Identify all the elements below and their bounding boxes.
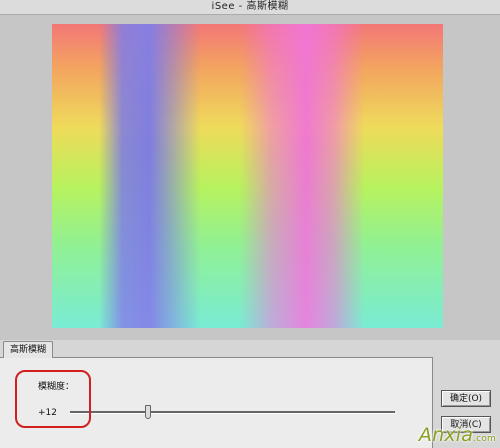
blur-preview-image: [52, 24, 443, 328]
watermark-suffix: .com: [473, 434, 496, 444]
window-title: iSee - 高斯模糊: [0, 0, 500, 15]
preview-soften-overlay: [52, 24, 443, 328]
blur-slider-track[interactable]: [70, 411, 395, 414]
site-watermark: Anxia.com: [419, 424, 496, 446]
watermark-text: Anxia: [418, 424, 474, 446]
ok-button[interactable]: 确定(O): [441, 390, 491, 407]
gaussian-blur-dialog: iSee - 高斯模糊 高斯模糊 模糊度： +12 确定(O) 取消(C) An…: [0, 0, 500, 448]
blur-slider-thumb[interactable]: [145, 405, 151, 419]
annotation-highlight-circle: [15, 370, 91, 428]
tab-gaussian-blur[interactable]: 高斯模糊: [3, 341, 54, 358]
